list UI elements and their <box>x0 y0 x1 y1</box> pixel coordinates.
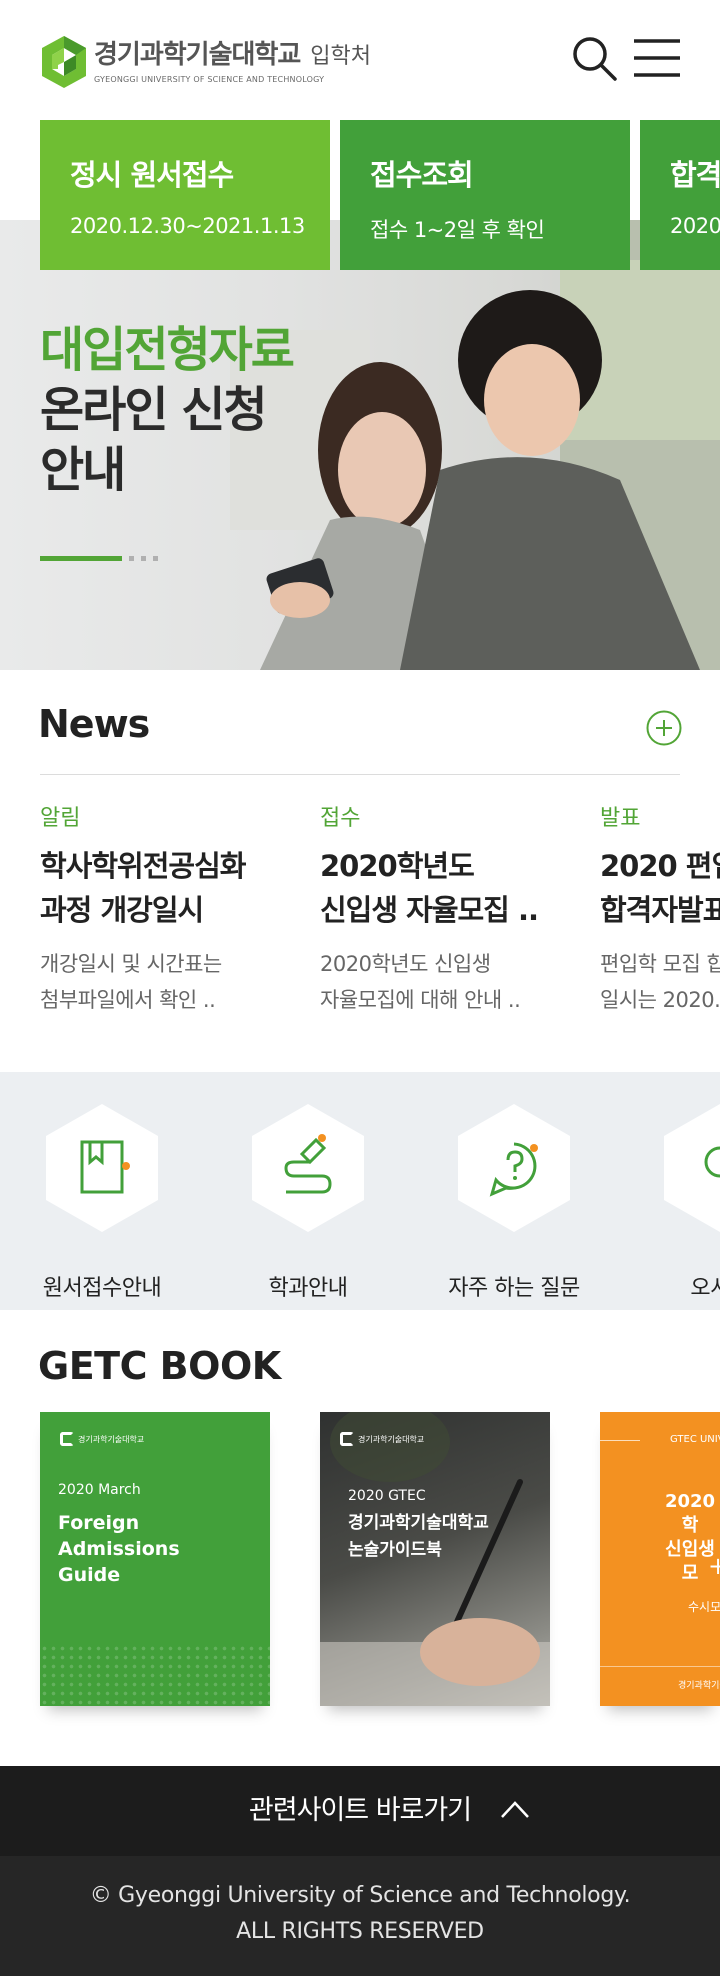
logo-name: 경기과학기술대학교 <box>94 40 301 70</box>
quick-link-label: 오시는 <box>690 1276 720 1301</box>
book-card-essay-guide[interactable]: 경기과학기술대학교 2020 GTEC 경기과학기술대학교 논술가이드북 <box>320 1412 550 1706</box>
search-icon[interactable] <box>570 34 618 82</box>
book-dot-pattern <box>40 1644 270 1706</box>
quick-card-date: 2020 <box>670 214 720 238</box>
news-description: 2020학년도 신입생 자율모집에 대해 안내 .. <box>320 946 570 1018</box>
hero-title-accent: 대입전형자료 <box>40 322 295 378</box>
book-heading: GETC BOOK <box>38 1344 281 1388</box>
quick-link-label: 자주 하는 질문 <box>448 1276 580 1301</box>
quick-link-label: 학과안내 <box>268 1276 348 1301</box>
book-top-line <box>600 1440 640 1441</box>
news-headline-line: 신입생 자율모집 .. <box>320 893 539 927</box>
book-logo-text: 경기과학기술대학교 <box>678 1681 720 1691</box>
news-item[interactable]: 발표 2020 편입 합격자발표 편입학 모집 합 일시는 2020. <box>600 800 720 1018</box>
location-icon <box>664 1104 720 1232</box>
book-logo-text: 경기과학기술대학교 <box>358 1434 425 1444</box>
news-description: 편입학 모집 합 일시는 2020. <box>600 946 720 1018</box>
news-heading: News <box>38 702 150 746</box>
book-logo: 경기과학기술대학교 <box>60 1432 144 1446</box>
logo[interactable]: 경기과학기술대학교 입학처 GYEONGGI UNIVERSITY OF SCI… <box>40 34 371 90</box>
quick-card-date: 2020.12.30~2021.1.13 <box>70 214 305 238</box>
book-logo: 경기과학기술대학교 <box>678 1678 720 1691</box>
hero-title-line3: 안내 <box>40 442 126 498</box>
news-headline-line: 2020 편입 <box>600 849 720 883</box>
rights-text: ALL RIGHTS RESERVED <box>236 1919 484 1944</box>
book-bottom-line <box>600 1666 720 1667</box>
related-sites-label: 관련사이트 바로가기 <box>248 1795 472 1826</box>
news-description-line: 자율모집에 대해 안내 .. <box>320 988 521 1012</box>
chevron-up-icon <box>501 1801 529 1818</box>
news-headline-line: 과정 개강일시 <box>40 893 204 927</box>
news-divider <box>40 774 680 775</box>
quick-card-date: 접수 1~2일 후 확인 <box>370 218 545 242</box>
news-category: 접수 <box>320 806 361 831</box>
quick-links: 원서접수안내 학과안내 자주 하는 질문 오시는 <box>0 1072 720 1310</box>
news-description-line: 첨부파일에서 확인 .. <box>40 988 216 1012</box>
question-icon <box>458 1104 570 1232</box>
logo-english-name: GYEONGGI UNIVERSITY OF SCIENCE AND TECHN… <box>94 75 325 84</box>
logo-sub: 입학처 <box>310 44 372 69</box>
hero-banner[interactable]: 대입전형자료 온라인 신청 안내 <box>0 220 720 670</box>
book-logo: 경기과학기술대학교 <box>340 1432 424 1446</box>
news-category: 알림 <box>40 806 81 831</box>
book-title: Foreign Admissions Guide <box>58 1512 180 1586</box>
book-title: 경기과학기술대학교 논술가이드북 <box>348 1513 489 1560</box>
book-subtitle: 2020 March <box>58 1482 141 1498</box>
news-description: 개강일시 및 시간표는 첨부파일에서 확인 .. <box>40 946 290 1018</box>
quick-card-title: 합격자 <box>670 158 720 192</box>
news-description-line: 편입학 모집 합 <box>600 952 720 976</box>
news-headline-line: 합격자발표 <box>600 893 720 927</box>
news-item[interactable]: 알림 학사학위전공심화 과정 개강일시 개강일시 및 시간표는 첨부파일에서 확… <box>40 800 290 1018</box>
news-item[interactable]: 접수 2020학년도 신입생 자율모집 .. 2020학년도 신입생 자율모집에… <box>320 800 570 1018</box>
quick-link-label: 원서접수안내 <box>42 1276 162 1301</box>
logo-icon <box>60 1432 74 1446</box>
news-category: 발표 <box>600 806 641 831</box>
news-headline-line: 학사학위전공심화 <box>40 849 246 883</box>
book-card-freshman-guide[interactable]: GTEC UNIV 2020학 신입생 모 + 수시모 경기과학기술대학교 <box>600 1412 720 1706</box>
quick-cards: 정시 원서접수 2020.12.30~2021.1.13 접수조회 접수 1~2… <box>0 120 720 270</box>
hero-title-line2: 온라인 신청 <box>40 382 268 438</box>
news-headline: 2020학년도 신입생 자율모집 .. <box>320 844 570 932</box>
pencil-icon <box>252 1104 364 1232</box>
slide-indicator-active[interactable] <box>40 556 122 561</box>
site-header: 경기과학기술대학교 입학처 GYEONGGI UNIVERSITY OF SCI… <box>0 0 720 118</box>
book-small-text: 수시모 <box>688 1600 720 1614</box>
book-logo-text: 경기과학기술대학교 <box>78 1434 145 1444</box>
quick-card-application[interactable]: 정시 원서접수 2020.12.30~2021.1.13 <box>40 120 330 270</box>
news-description-line: 2020학년도 신입생 <box>320 952 491 976</box>
news-headline: 2020 편입 합격자발표 <box>600 844 720 932</box>
slide-indicator-dot[interactable] <box>129 556 134 561</box>
quick-card-inquiry[interactable]: 접수조회 접수 1~2일 후 확인 <box>340 120 630 270</box>
slide-indicator-dot[interactable] <box>141 556 146 561</box>
news-description-line: 개강일시 및 시간표는 <box>40 952 222 976</box>
news-description-line: 일시는 2020. <box>600 988 720 1012</box>
related-sites-bar[interactable]: 관련사이트 바로가기 <box>0 1766 720 1856</box>
book-card-foreign-guide[interactable]: 경기과학기술대학교 2020 March Foreign Admissions … <box>40 1412 270 1706</box>
logo-mark-icon <box>42 36 86 88</box>
plus-icon: + <box>708 1552 720 1580</box>
book-icon <box>46 1104 158 1232</box>
hamburger-menu-icon[interactable] <box>634 38 680 78</box>
copyright-text: © Gyeonggi University of Science and Tec… <box>89 1883 631 1908</box>
site-footer: © Gyeonggi University of Science and Tec… <box>0 1856 720 1976</box>
quick-card-title: 접수조회 <box>370 158 474 192</box>
quick-card-title: 정시 원서접수 <box>70 158 234 192</box>
quick-card-result[interactable]: 합격자 2020 <box>640 120 720 270</box>
slide-indicator-dot[interactable] <box>153 556 158 561</box>
slide-indicator <box>40 556 158 561</box>
book-subtitle: GTEC UNIV <box>670 1434 720 1445</box>
news-headline-line: 2020학년도 <box>320 849 475 883</box>
book-subtitle: 2020 GTEC <box>348 1488 426 1504</box>
news-more-plus-icon[interactable] <box>646 710 682 746</box>
logo-icon <box>340 1432 354 1446</box>
news-headline: 학사학위전공심화 과정 개강일시 <box>40 844 290 932</box>
